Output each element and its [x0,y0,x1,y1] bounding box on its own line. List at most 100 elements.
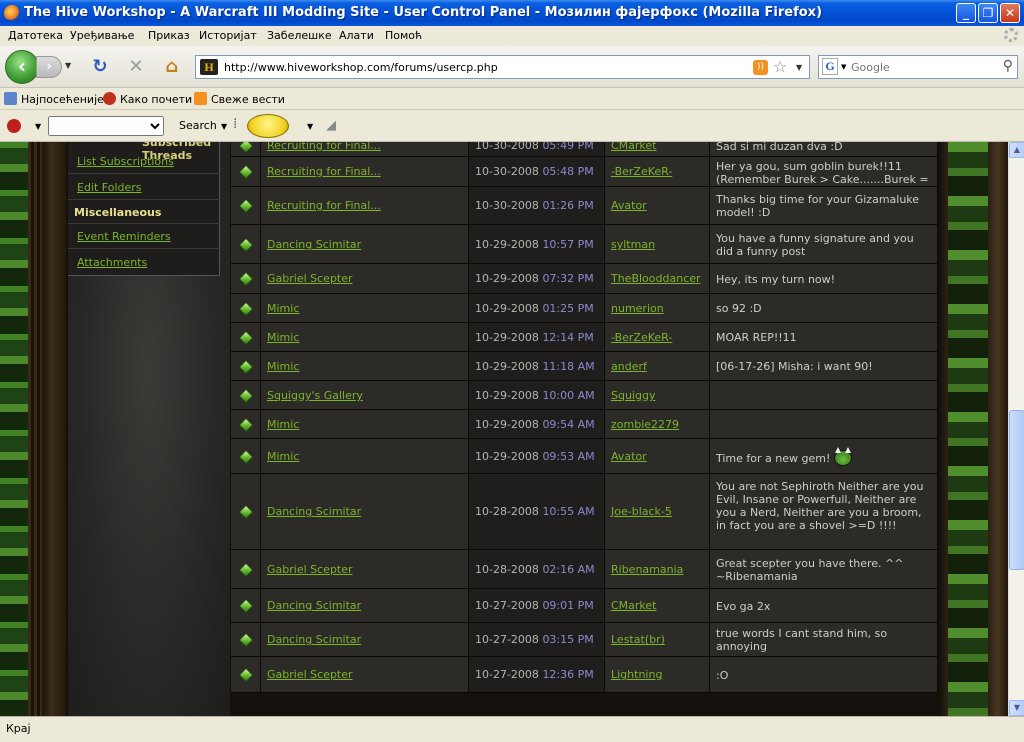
attachments-link[interactable]: Attachments [77,256,147,269]
forward-button[interactable]: › [36,56,62,78]
user-link[interactable]: Squiggy [611,389,655,402]
menu-history[interactable]: Историјат [199,29,257,42]
smiley-icon[interactable] [247,114,289,138]
scroll-thumb[interactable] [1009,410,1024,570]
search-dropdown-icon[interactable]: ▼ [221,122,227,131]
user-link[interactable]: Lestat(br) [611,633,665,646]
thread-link[interactable]: Squiggy's Gallery [267,389,363,402]
toolbar-search-button[interactable]: Search [179,119,217,132]
ladybug-dropdown-icon[interactable]: ▼ [35,122,41,131]
address-bar[interactable]: H )) ☆ ▼ [195,55,810,79]
date-text: 10-29-2008 [475,450,539,463]
thread-link[interactable]: Gabriel Scepter [267,272,353,285]
user-cell: Avator [605,187,710,224]
toolbar-grip-icon: ⁞ [233,116,238,132]
user-link[interactable]: -BerZeKeR- [611,331,672,344]
history-dropdown-icon[interactable]: ▼ [65,61,71,70]
rss-feed-icon[interactable]: )) [753,60,768,75]
thread-link[interactable]: Mimic [267,450,299,463]
thread-link[interactable]: Dancing Scimitar [267,599,361,612]
bookmark-most-visited[interactable]: Најпосећеније [4,92,104,106]
thread-link[interactable]: Mimic [267,418,299,431]
message-cell: [06-17-26] Misha: i want 90! [710,352,938,380]
user-link[interactable]: Ribenamania [611,563,683,576]
url-history-dropdown-icon[interactable]: ▼ [796,63,802,72]
vertical-scrollbar[interactable]: ▲ ▼ [1008,142,1024,716]
thread-link[interactable]: Mimic [267,360,299,373]
sidebar-item-event-reminders[interactable]: Event Reminders [68,225,220,249]
message-cell: true words I cant stand him, so annoying [710,623,938,656]
smiley-dropdown-icon[interactable]: ▼ [307,122,313,131]
table-row: Dancing Scimitar 10-27-2008 09:01 PM CMark… [231,589,938,623]
menu-help[interactable]: Помоћ [385,29,422,42]
sidebar-item-attachments[interactable]: Attachments [68,251,220,275]
user-link[interactable]: zombie2279 [611,418,679,431]
user-link[interactable]: Lightning [611,668,662,681]
search-input[interactable] [851,58,991,76]
engine-dropdown-icon[interactable]: ▼ [841,63,846,71]
google-engine-icon[interactable]: G [822,58,838,75]
user-link[interactable]: TheBlooddancer [611,272,701,285]
time-text: 11:18 AM [542,360,595,373]
stop-icon[interactable]: ✕ [124,56,148,78]
sidebar-item-list-subscriptions[interactable]: List Subscriptions [68,150,220,174]
url-input[interactable] [224,58,724,76]
thread-cell: Gabriel Scepter [261,550,469,588]
home-icon[interactable]: ⌂ [160,56,184,78]
menu-view[interactable]: Приказ [148,29,190,42]
user-link[interactable]: syltman [611,238,655,251]
scroll-down-icon[interactable]: ▼ [1009,700,1024,716]
thread-link[interactable]: Dancing Scimitar [267,505,361,518]
thread-link[interactable]: Mimic [267,331,299,344]
bookmark-getting-started[interactable]: Како почети [103,92,192,106]
user-link[interactable]: CMarket [611,599,657,612]
toolbar-search-select[interactable] [48,116,164,136]
menu-bookmarks[interactable]: Забелешке [267,29,332,42]
thread-gem-icon [238,237,254,253]
user-link[interactable]: -BerZeKeR- [611,165,672,178]
thread-link[interactable]: Recruiting for Final... [267,142,381,152]
left-vine-decoration [0,142,42,716]
user-link[interactable]: Joe-black-5 [611,505,672,518]
user-link[interactable]: Avator [611,199,647,212]
bookmark-star-icon[interactable]: ☆ [773,57,787,76]
menu-file[interactable]: Датотека [8,29,63,42]
date-text: 10-30-2008 [475,165,539,178]
bookmark-latest-headlines[interactable]: Свеже вести [194,92,285,106]
edit-folders-link[interactable]: Edit Folders [77,181,142,194]
time-text: 10:00 AM [542,389,595,402]
thread-gem-icon [238,330,254,346]
date-text: 10-29-2008 [475,238,539,251]
thread-link[interactable]: Recruiting for Final... [267,199,381,212]
thread-link[interactable]: Gabriel Scepter [267,563,353,576]
scroll-up-icon[interactable]: ▲ [1009,142,1024,158]
back-button[interactable]: ‹ [5,50,39,84]
minimize-button[interactable]: _ [956,3,976,23]
menu-tools[interactable]: Алати [339,29,374,42]
close-button[interactable]: ✕ [1000,3,1020,23]
user-link[interactable]: numerion [611,302,664,315]
tool-icon[interactable]: ◢ [326,118,336,133]
search-box[interactable]: G ▼ ⚲ [818,55,1018,79]
menu-edit[interactable]: Уређивање [70,29,134,42]
user-cell: TheBlooddancer [605,264,710,293]
user-link[interactable]: anderf [611,360,647,373]
user-link[interactable]: Avator [611,450,647,463]
title-bar[interactable]: The Hive Workshop - A Warcraft III Moddi… [0,0,1024,26]
event-reminders-link[interactable]: Event Reminders [77,230,171,243]
list-subscriptions-link[interactable]: List Subscriptions [77,155,174,168]
message-body: Hey, its my turn now! [716,273,836,286]
sidebar-item-edit-folders[interactable]: Edit Folders [68,176,220,200]
table-row: Gabriel Scepter 10-27-2008 12:36 PM Lightn… [231,657,938,693]
ladybug-icon[interactable] [7,119,21,133]
maximize-button[interactable]: ❐ [978,3,998,23]
thread-link[interactable]: Recruiting for Final... [267,165,381,178]
thread-link[interactable]: Mimic [267,302,299,315]
user-cell: Lightning [605,657,710,692]
thread-link[interactable]: Dancing Scimitar [267,633,361,646]
user-link[interactable]: CMarket [611,142,657,152]
thread-link[interactable]: Gabriel Scepter [267,668,353,681]
reload-icon[interactable]: ↻ [88,56,112,78]
thread-link[interactable]: Dancing Scimitar [267,238,361,251]
search-go-icon[interactable]: ⚲ [1003,58,1013,74]
